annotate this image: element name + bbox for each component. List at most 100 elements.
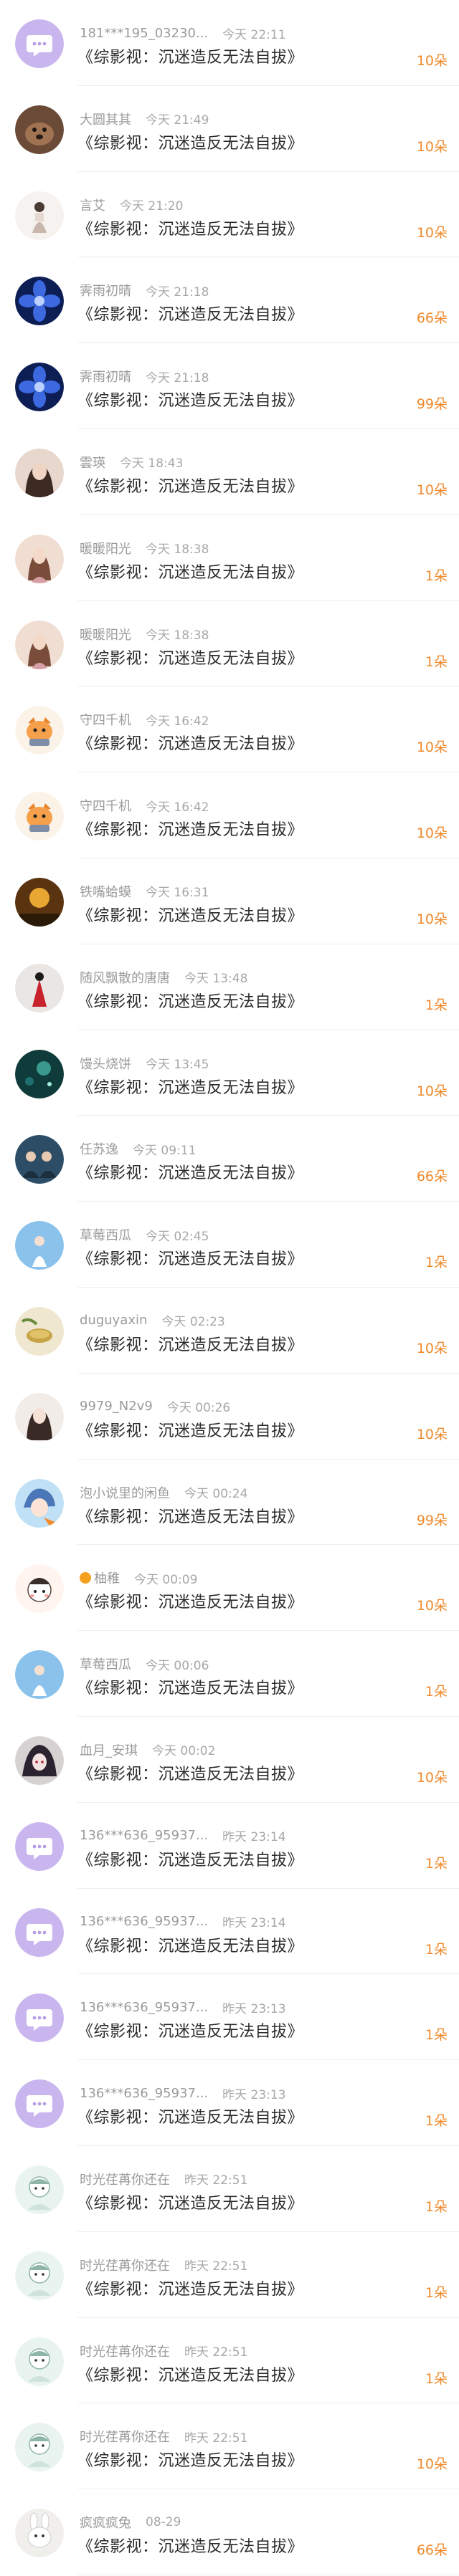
gift-record-row[interactable]: 时光荏苒你还在 昨天 22:51 《综影视：沉迷造反无法自拔》 10朵 <box>0 2403 459 2490</box>
flower-amount: 66朵 <box>416 310 448 327</box>
user-name[interactable]: 草莓西瓜 <box>80 1225 131 1244</box>
cartoon-cat-avatar[interactable] <box>15 706 64 755</box>
user-name[interactable]: 暖暖阳光 <box>80 539 131 557</box>
dark-anime-avatar[interactable] <box>15 1735 64 1785</box>
user-name[interactable]: 言艾 <box>80 196 105 214</box>
chat-bubble-icon-avatar[interactable] <box>15 2079 64 2129</box>
chat-bubble-icon-avatar[interactable] <box>15 19 64 68</box>
cartoon-face-avatar[interactable] <box>15 1564 64 1614</box>
user-name[interactable]: 大圆其其 <box>80 110 131 128</box>
user-name[interactable]: 时光荏苒你还在 <box>80 2170 170 2188</box>
user-name[interactable]: 草莓西瓜 <box>80 1655 131 1673</box>
gift-record-row[interactable]: 任苏逸 今天 09:11 《综影视：沉迷造反无法自拔》 66朵 <box>0 1116 459 1202</box>
user-name[interactable]: 泡小说里的闲鱼 <box>80 1483 170 1502</box>
chat-bubble-icon-avatar[interactable] <box>15 1907 64 1957</box>
user-name[interactable]: 守四千机 <box>80 796 131 815</box>
cartoon-light-avatar[interactable] <box>15 2251 64 2300</box>
girl-pink-avatar[interactable] <box>15 620 64 669</box>
user-name[interactable]: 疯疯疯兔 <box>80 2513 131 2532</box>
user-name[interactable]: 血月_安琪 <box>80 1741 138 1759</box>
gift-book-title: 《综影视：沉迷造反无法自拔》 <box>77 2023 304 2041</box>
gift-book-title: 《综影视：沉迷造反无法自拔》 <box>77 134 304 153</box>
gift-record-row[interactable]: 136***636_95937... 昨天 23:13 《综影视：沉迷造反无法自… <box>0 1974 459 2061</box>
user-name[interactable]: 铁嘴蛤蟆 <box>80 882 131 901</box>
user-name[interactable]: 柚稚 <box>94 1569 120 1587</box>
gift-record-row[interactable]: 草莓西瓜 今天 00:06 《综影视：沉迷造反无法自拔》 1朵 <box>0 1631 459 1717</box>
chat-bubble-icon-avatar[interactable] <box>15 1993 64 2043</box>
figure-sketch-avatar[interactable] <box>15 191 64 240</box>
gift-record-row[interactable]: duguyaxin 今天 02:23 《综影视：沉迷造反无法自拔》 10朵 <box>0 1288 459 1374</box>
white-rabbit-avatar[interactable] <box>15 2509 64 2558</box>
gift-time: 今天 00:24 <box>184 1487 248 1502</box>
gift-record-row[interactable]: 血月_安琪 今天 00:02 《综影视：沉迷造反无法自拔》 10朵 <box>0 1717 459 1803</box>
user-name[interactable]: 任苏逸 <box>80 1139 118 1158</box>
anime-character-avatar[interactable] <box>15 1478 64 1528</box>
gift-record-row[interactable]: 时光荏苒你还在 昨天 22:51 《综影视：沉迷造反无法自拔》 1朵 <box>0 2146 459 2232</box>
tea-cup-avatar[interactable] <box>15 1306 64 1356</box>
gift-record-row[interactable]: 暖暖阳光 今天 18:38 《综影视：沉迷造反无法自拔》 1朵 <box>0 601 459 687</box>
gift-record-row[interactable]: 疯疯疯兔 08-29 《综影视：沉迷造反无法自拔》 66朵 <box>0 2489 459 2575</box>
gift-record-row[interactable]: 大圆其其 今天 21:49 《综影视：沉迷造反无法自拔》 10朵 <box>0 86 459 172</box>
gift-record-row[interactable]: 草莓西瓜 今天 02:45 《综影视：沉迷造反无法自拔》 1朵 <box>0 1202 459 1288</box>
blue-flower-avatar[interactable] <box>15 277 64 326</box>
sky-girl-avatar[interactable] <box>15 1650 64 1700</box>
gift-record-row[interactable]: 时光荏苒你还在 昨天 22:51 《综影视：沉迷造反无法自拔》 1朵 <box>0 2232 459 2318</box>
user-name[interactable]: 暖暖阳光 <box>80 625 131 643</box>
gift-record-row[interactable]: 守四千机 今天 16:42 《综影视：沉迷造反无法自拔》 10朵 <box>0 686 459 773</box>
gift-record-row[interactable]: 柚稚 今天 00:09 《综影视：沉迷造反无法自拔》 10朵 <box>0 1545 459 1632</box>
user-name[interactable]: 守四千机 <box>80 710 131 729</box>
user-name[interactable]: 时光荏苒你还在 <box>80 2342 170 2360</box>
gift-record-row[interactable]: 136***636_95937... 昨天 23:13 《综影视：沉迷造反无法自… <box>0 2060 459 2146</box>
user-name[interactable]: 136***636_95937... <box>80 2086 208 2101</box>
girl-portrait-avatar[interactable] <box>15 448 64 497</box>
cartoon-light-avatar[interactable] <box>15 2423 64 2472</box>
red-dress-avatar[interactable] <box>15 963 64 1012</box>
gift-record-row[interactable]: 雲瑛 今天 18:43 《综影视：沉迷造反无法自拔》 10朵 <box>0 429 459 515</box>
user-name[interactable]: 时光荏苒你还在 <box>80 2256 170 2274</box>
sky-girl-avatar[interactable] <box>15 1221 64 1270</box>
user-name[interactable]: 136***636_95937... <box>80 2000 208 2015</box>
dog-photo-avatar[interactable] <box>15 105 64 154</box>
girl-pink-avatar[interactable] <box>15 534 64 583</box>
gift-book-title: 《综影视：沉迷造反无法自拔》 <box>77 2280 304 2299</box>
gift-record-row[interactable]: 铁嘴蛤蟆 今天 16:31 《综影视：沉迷造反无法自拔》 10朵 <box>0 858 459 944</box>
gift-book-title: 《综影视：沉迷造反无法自拔》 <box>77 1680 304 1698</box>
night-sky-avatar[interactable] <box>15 1049 64 1098</box>
user-name[interactable]: 9979_N2v9 <box>80 1399 153 1414</box>
gift-record-row[interactable]: 随风飘散的唐唐 今天 13:48 《综影视：沉迷造反无法自拔》 1朵 <box>0 944 459 1030</box>
cartoon-light-avatar[interactable] <box>15 2165 64 2214</box>
user-name[interactable]: duguyaxin <box>80 1313 147 1328</box>
gift-record-row[interactable]: 霁雨初晴 今天 21:18 《综影视：沉迷造反无法自拔》 66朵 <box>0 257 459 344</box>
user-name[interactable]: 霁雨初晴 <box>80 367 131 386</box>
gift-time: 今天 18:38 <box>146 542 209 557</box>
gift-record-row[interactable]: 言艾 今天 21:20 《综影视：沉迷造反无法自拔》 10朵 <box>0 172 459 258</box>
user-name[interactable]: 随风飘散的唐唐 <box>80 968 170 987</box>
cartoon-cat-avatar[interactable] <box>15 792 64 841</box>
gift-time: 昨天 23:14 <box>222 1916 286 1931</box>
gift-record-row[interactable]: 136***636_95937... 昨天 23:14 《综影视：沉迷造反无法自… <box>0 1889 459 1975</box>
user-name[interactable]: 136***636_95937... <box>80 1828 208 1843</box>
flower-amount: 1朵 <box>425 1255 448 1271</box>
gift-record-row[interactable]: 馒头烧饼 今天 13:45 《综影视：沉迷造反无法自拔》 10朵 <box>0 1030 459 1116</box>
gift-record-row[interactable]: 181***195_03230... 今天 22:11 《综影视：沉迷造反无法自… <box>0 0 459 86</box>
user-name[interactable]: 136***636_95937... <box>80 1914 208 1929</box>
user-name[interactable]: 霁雨初晴 <box>80 281 131 300</box>
gift-record-row[interactable]: 时光荏苒你还在 昨天 22:51 《综影视：沉迷造反无法自拔》 1朵 <box>0 2318 459 2404</box>
group-photo-avatar[interactable] <box>15 1135 64 1184</box>
gift-record-row[interactable]: 暖暖阳光 今天 18:38 《综影视：沉迷造反无法自拔》 1朵 <box>0 515 459 601</box>
chat-bubble-icon-avatar[interactable] <box>15 1821 64 1871</box>
gold-scene-avatar[interactable] <box>15 877 64 927</box>
user-name[interactable]: 181***195_03230... <box>80 26 208 41</box>
user-name[interactable]: 时光荏苒你还在 <box>80 2427 170 2446</box>
gift-record-row[interactable]: 136***636_95937... 昨天 23:14 《综影视：沉迷造反无法自… <box>0 1803 459 1889</box>
cartoon-light-avatar[interactable] <box>15 2337 64 2386</box>
gift-record-row[interactable]: 9979_N2v9 今天 00:26 《综影视：沉迷造反无法自拔》 10朵 <box>0 1374 459 1460</box>
girl-light-avatar[interactable] <box>15 1392 64 1442</box>
user-name[interactable]: 雲瑛 <box>80 453 105 471</box>
gift-record-row[interactable]: 泡小说里的闲鱼 今天 00:24 《综影视：沉迷造反无法自拔》 99朵 <box>0 1460 459 1546</box>
gift-record-row[interactable]: 守四千机 今天 16:42 《综影视：沉迷造反无法自拔》 10朵 <box>0 772 459 858</box>
user-name[interactable]: 馒头烧饼 <box>80 1054 131 1073</box>
blue-flower-avatar[interactable] <box>15 363 64 412</box>
gift-record-row[interactable]: 霁雨初晴 今天 21:18 《综影视：沉迷造反无法自拔》 99朵 <box>0 343 459 429</box>
row-meta: 9979_N2v9 今天 00:26 <box>80 1397 230 1416</box>
